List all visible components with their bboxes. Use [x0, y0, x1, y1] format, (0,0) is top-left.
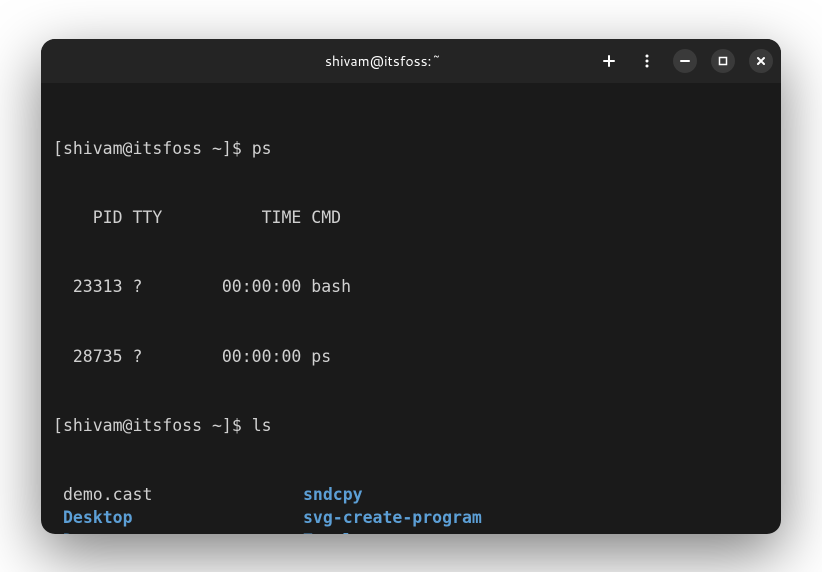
- ls-row: demo.castsndcpy: [53, 483, 769, 506]
- ls-item: demo.cast: [53, 483, 303, 506]
- minimize-button[interactable]: [673, 49, 697, 73]
- plus-icon: [601, 53, 617, 69]
- titlebar-controls: [597, 49, 773, 73]
- titlebar: shivam@itsfoss:~: [41, 39, 781, 83]
- terminal-window: shivam@itsfoss:~ [shivam@itsfoss ~]$ ps …: [41, 39, 781, 534]
- window-title: shivam@itsfoss:~: [169, 51, 597, 71]
- ls-row: DocumentsTemplates: [53, 529, 769, 533]
- ls-item: sndcpy: [303, 483, 769, 506]
- maximize-icon: [718, 56, 728, 66]
- close-button[interactable]: [749, 49, 773, 73]
- ls-row: Desktopsvg-create-program: [53, 506, 769, 529]
- ls-item: Templates: [303, 529, 769, 533]
- terminal-body[interactable]: [shivam@itsfoss ~]$ ps PID TTY TIME CMD …: [41, 83, 781, 534]
- menu-button[interactable]: [635, 49, 659, 73]
- ps-row: 28735 ? 00:00:00 ps: [53, 345, 769, 368]
- ps-row: 23313 ? 00:00:00 bash: [53, 275, 769, 298]
- kebab-menu-icon: [639, 53, 655, 69]
- command-ps: ps: [252, 139, 272, 158]
- minimize-icon: [680, 56, 690, 66]
- maximize-button[interactable]: [711, 49, 735, 73]
- prompt-line-ls: [shivam@itsfoss ~]$ ls: [53, 414, 769, 437]
- command-ls: ls: [252, 416, 272, 435]
- ls-item: Desktop: [53, 506, 303, 529]
- ls-item: Documents: [53, 529, 303, 533]
- new-tab-button[interactable]: [597, 49, 621, 73]
- close-icon: [756, 56, 766, 66]
- ls-item: svg-create-program: [303, 506, 769, 529]
- ls-output: demo.castsndcpyDesktopsvg-create-program…: [53, 483, 769, 533]
- ps-header: PID TTY TIME CMD: [53, 206, 769, 229]
- prompt-line-ps: [shivam@itsfoss ~]$ ps: [53, 137, 769, 160]
